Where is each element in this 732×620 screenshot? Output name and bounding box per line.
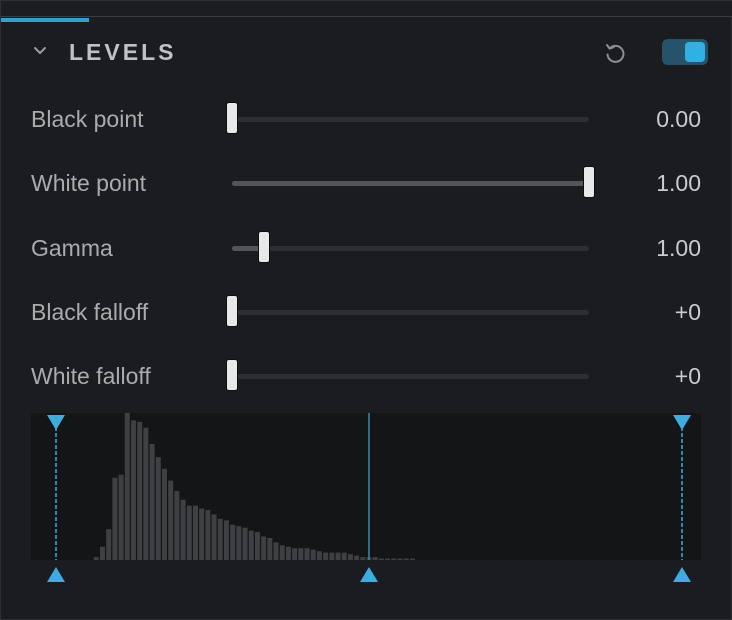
slider-value[interactable]: 0.00 xyxy=(656,106,701,133)
histogram-bar xyxy=(217,518,223,560)
histogram-bar xyxy=(230,524,236,560)
slider-value[interactable]: 1.00 xyxy=(656,170,701,197)
toggle-knob xyxy=(685,42,705,62)
slider-thumb[interactable] xyxy=(583,166,595,198)
slider-track[interactable] xyxy=(226,102,589,134)
histogram-bar xyxy=(391,558,397,560)
histogram-bar xyxy=(199,508,205,560)
chevron-down-icon[interactable] xyxy=(31,42,49,60)
histogram-bar xyxy=(174,490,180,560)
histogram-bar xyxy=(236,526,242,560)
panel-header[interactable]: LEVELS xyxy=(1,23,732,83)
histogram-bar xyxy=(329,552,335,560)
histogram-bar xyxy=(211,514,217,560)
histogram-bar xyxy=(372,557,378,560)
histogram-bar xyxy=(186,505,192,560)
gray-point-handle[interactable] xyxy=(360,567,378,582)
histogram-bar xyxy=(149,443,155,560)
reset-icon[interactable] xyxy=(601,39,629,67)
slider-value[interactable]: 1.00 xyxy=(656,235,701,262)
histogram-bar xyxy=(273,542,279,560)
black-point-handle[interactable] xyxy=(47,567,65,582)
histogram-bar xyxy=(168,480,174,560)
slider-fill xyxy=(232,181,589,186)
histogram-bar xyxy=(385,558,391,560)
slider-row-black-falloff: Black falloff +0 xyxy=(1,291,732,331)
slider-thumb[interactable] xyxy=(226,102,238,134)
histogram-bar xyxy=(118,474,124,560)
histogram-bar xyxy=(242,527,248,560)
histogram-bar xyxy=(267,537,273,560)
histogram-bar xyxy=(335,552,341,560)
histogram-bar xyxy=(261,536,267,560)
histogram-bar xyxy=(316,551,322,560)
histogram-bar xyxy=(347,554,353,560)
slider-track[interactable] xyxy=(226,359,589,391)
slider-label: Black point xyxy=(31,106,144,132)
slider-value[interactable]: +0 xyxy=(675,363,701,390)
histogram-bar xyxy=(106,529,112,560)
histogram-bar xyxy=(137,421,143,560)
histogram-bar xyxy=(397,558,403,560)
histogram-bar xyxy=(304,548,310,560)
histogram-bar xyxy=(323,552,329,560)
histogram-bar xyxy=(205,510,211,560)
slider-label: White point xyxy=(31,170,147,196)
slider-row-black-point: Black point 0.00 xyxy=(1,98,732,138)
slider-thumb[interactable] xyxy=(226,295,238,327)
histogram-bar xyxy=(112,477,118,560)
white-point-handle[interactable] xyxy=(673,567,691,582)
active-tab-indicator xyxy=(1,18,89,22)
histogram-bar xyxy=(192,505,198,560)
histogram-bar xyxy=(248,530,254,560)
histogram-bar xyxy=(409,558,415,560)
module-enable-toggle[interactable] xyxy=(662,39,708,65)
levels-histogram[interactable] xyxy=(31,413,701,593)
slider-thumb[interactable] xyxy=(226,359,238,391)
slider-value[interactable]: +0 xyxy=(675,299,701,326)
slider-row-gamma: Gamma 1.00 xyxy=(1,227,732,267)
histogram-bar xyxy=(223,520,229,560)
histogram-bar xyxy=(360,557,366,560)
slider-row-white-point: White point 1.00 xyxy=(1,162,732,202)
slider-track[interactable] xyxy=(232,231,589,263)
histogram-bar xyxy=(298,548,304,560)
histogram-bar xyxy=(285,546,291,560)
histogram-bar xyxy=(161,468,167,560)
slider-track[interactable] xyxy=(232,166,595,198)
slider-label: Black falloff xyxy=(31,299,149,325)
histogram-bar xyxy=(155,457,161,560)
histogram-bar xyxy=(354,555,360,560)
histogram-bar xyxy=(99,546,105,560)
panel-title: LEVELS xyxy=(69,39,177,65)
histogram-bar xyxy=(403,558,409,560)
histogram-bar xyxy=(130,420,136,560)
histogram-bar xyxy=(124,413,130,560)
slider-thumb[interactable] xyxy=(258,231,271,263)
slider-track[interactable] xyxy=(226,295,589,327)
histogram-bar xyxy=(254,532,260,560)
histogram-bar xyxy=(292,548,298,560)
slider-label: White falloff xyxy=(31,363,151,389)
slider-label: Gamma xyxy=(31,235,113,261)
histogram-bar xyxy=(378,558,384,560)
slider-row-white-falloff: White falloff +0 xyxy=(1,355,732,395)
histogram-bar xyxy=(279,545,285,560)
histogram-bar xyxy=(341,552,347,560)
histogram-bar xyxy=(93,557,99,560)
histogram-bar xyxy=(143,427,149,560)
panel-top-strip xyxy=(1,1,732,17)
levels-panel: LEVELS Black point 0.00 White point 1.00… xyxy=(0,0,732,620)
histogram-bar xyxy=(180,499,186,560)
histogram-bar xyxy=(310,549,316,560)
